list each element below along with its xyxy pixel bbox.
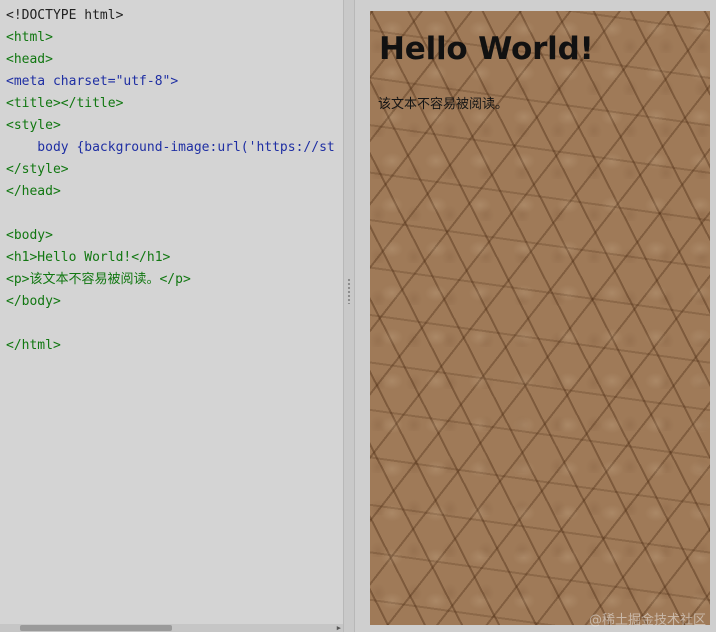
code-line: <h1>Hello World!</h1>	[6, 250, 171, 265]
panel-divider[interactable]	[343, 0, 355, 632]
preview-paragraph: 该文本不容易被阅读。	[378, 97, 509, 112]
code-line: <body>	[6, 228, 53, 243]
scrollbar-thumb[interactable]	[20, 625, 172, 631]
code-line: <title></title>	[6, 96, 124, 111]
preview-heading: Hello World!	[379, 31, 594, 67]
code-text[interactable]: <!DOCTYPE html> <html> <head> <meta charset…	[6, 5, 335, 357]
code-line: <style>	[6, 118, 61, 133]
code-line: </style>	[6, 162, 69, 177]
code-line: <html>	[6, 30, 53, 45]
code-line: </head>	[6, 184, 61, 199]
code-line: </body>	[6, 294, 61, 309]
drag-handle-icon[interactable]	[347, 278, 351, 304]
preview-pane: Hello World! 该文本不容易被阅读。	[370, 11, 710, 625]
watermark: @稀土掘金技术社区	[588, 613, 706, 628]
code-line: body {background-image:url('https://st	[6, 140, 335, 155]
code-line: <!DOCTYPE html>	[6, 8, 124, 23]
code-editor[interactable]: <!DOCTYPE html> <html> <head> <meta charset…	[0, 0, 343, 632]
horizontal-scrollbar[interactable]: ▶	[0, 624, 343, 632]
code-line: <head>	[6, 52, 53, 67]
scroll-right-arrow-icon[interactable]: ▶	[337, 624, 341, 632]
code-line: </html>	[6, 338, 61, 353]
code-line: <p>该文本不容易被阅读。</p>	[6, 272, 191, 287]
code-line: <meta charset="utf-8">	[6, 74, 179, 89]
